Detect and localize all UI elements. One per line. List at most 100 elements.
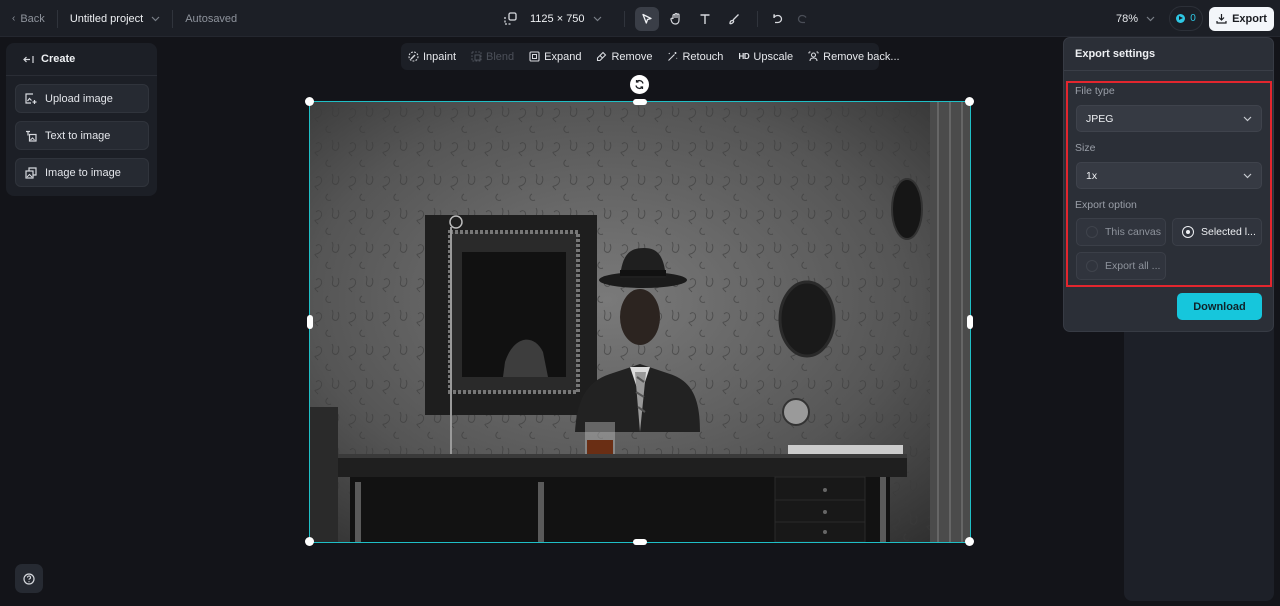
- image-to-image-icon: [25, 166, 37, 179]
- undo-icon: [772, 13, 782, 23]
- resize-handle-top[interactable]: [633, 99, 647, 105]
- zoom-dropdown[interactable]: 78%: [1116, 13, 1155, 25]
- chevron-down-icon: [1146, 16, 1155, 21]
- create-panel: Create Upload image Text to image Image …: [6, 43, 157, 196]
- blend-button[interactable]: Blend: [471, 51, 514, 63]
- rotate-handle[interactable]: [630, 75, 649, 94]
- canvas-image[interactable]: [310, 102, 970, 542]
- size-select[interactable]: 1x: [1076, 162, 1262, 189]
- file-type-value: JPEG: [1086, 112, 1114, 125]
- resize-handle-top-right[interactable]: [965, 97, 974, 106]
- option-label: This canvas: [1105, 226, 1162, 238]
- zoom-level: 78%: [1115, 12, 1138, 25]
- canvas-size-dropdown[interactable]: 1125 × 750: [530, 13, 602, 25]
- text-to-image-label: Text to image: [45, 129, 111, 142]
- inpaint-icon: [408, 51, 419, 62]
- chevron-down-icon: [593, 16, 601, 21]
- resize-handle-top-left[interactable]: [305, 97, 314, 106]
- undo-button[interactable]: [766, 7, 790, 31]
- remove-label: Remove: [611, 50, 653, 63]
- export-settings-popover: Export settings File type JPEG Size 1x E…: [1063, 37, 1274, 332]
- collapse-left-icon: [23, 55, 34, 63]
- resize-canvas-button[interactable]: [498, 7, 522, 31]
- credits-badge[interactable]: 0: [1169, 6, 1203, 31]
- radio-selected-icon: [1182, 226, 1194, 238]
- credits-icon: [1176, 14, 1186, 23]
- remove-background-button[interactable]: Remove back...: [808, 50, 900, 63]
- retouch-label: Retouch: [682, 50, 724, 63]
- remove-background-icon: [808, 51, 819, 62]
- file-type-select[interactable]: JPEG: [1076, 105, 1262, 132]
- image-to-image-label: Image to image: [45, 166, 121, 179]
- inpaint-label: Inpaint: [423, 50, 457, 63]
- option-export-all[interactable]: Export all ...: [1076, 252, 1166, 280]
- save-status: Autosaved: [185, 12, 238, 25]
- chevron-left-icon: ‹: [12, 13, 16, 24]
- blend-label: Blend: [486, 50, 515, 63]
- size-value: 1x: [1086, 169, 1098, 182]
- back-label: Back: [20, 12, 45, 25]
- download-icon: [1216, 14, 1227, 24]
- upload-image-button[interactable]: Upload image: [15, 84, 149, 113]
- upscale-label: Upscale: [753, 50, 794, 63]
- resize-handle-left[interactable]: [307, 315, 313, 329]
- remove-button[interactable]: Remove: [596, 51, 652, 63]
- divider: [172, 9, 174, 28]
- text-to-image-button[interactable]: Text to image: [15, 121, 149, 150]
- brush-tool[interactable]: [722, 7, 746, 31]
- help-icon: [23, 572, 35, 585]
- option-selected-layers[interactable]: Selected l...: [1172, 218, 1262, 246]
- option-label: Export all ...: [1105, 260, 1161, 272]
- chevron-down-icon: [151, 16, 160, 21]
- project-title-dropdown[interactable]: Untitled project: [70, 13, 160, 25]
- export-label: Export: [1232, 12, 1267, 25]
- divider: [756, 10, 758, 27]
- back-button[interactable]: ‹ Back: [12, 13, 45, 25]
- resize-handle-bottom-right[interactable]: [965, 537, 974, 546]
- option-this-canvas[interactable]: This canvas: [1076, 218, 1166, 246]
- radio-icon: [1086, 260, 1098, 272]
- image-edit-toolbar: Inpaint Blend Expand Remove Retouch HD U…: [401, 43, 900, 70]
- resize-handle-bottom[interactable]: [633, 539, 647, 545]
- upscale-button[interactable]: HD Upscale: [738, 51, 793, 63]
- text-icon: [700, 13, 710, 24]
- expand-label: Expand: [544, 50, 582, 63]
- pan-tool[interactable]: [664, 7, 688, 31]
- text-to-image-icon: [26, 130, 37, 142]
- option-label: Selected l...: [1201, 226, 1256, 238]
- photo-illustration: [310, 102, 970, 542]
- pointer-icon: [642, 13, 652, 24]
- upload-image-icon: [25, 92, 37, 104]
- resize-handle-right[interactable]: [967, 315, 973, 329]
- chevron-down-icon: [1243, 173, 1252, 178]
- top-bar: ‹ Back Untitled project Autosaved 1125 ×…: [0, 0, 1280, 37]
- blend-icon: [471, 51, 482, 62]
- project-title: Untitled project: [69, 12, 144, 25]
- eraser-icon: [597, 51, 607, 62]
- export-button[interactable]: Export: [1209, 6, 1274, 31]
- divider: [56, 9, 58, 28]
- expand-button[interactable]: Expand: [529, 51, 581, 63]
- redo-icon: [797, 14, 807, 23]
- resize-handle-bottom-left[interactable]: [305, 537, 314, 546]
- radio-icon: [1086, 226, 1098, 238]
- expand-icon: [529, 51, 540, 62]
- hd-icon: HD: [738, 52, 750, 61]
- help-button[interactable]: [15, 564, 43, 593]
- canvas-dimensions: 1125 × 750: [530, 12, 585, 25]
- credits-count: 0: [1190, 13, 1196, 24]
- create-panel-header[interactable]: Create: [6, 43, 157, 76]
- inpaint-button[interactable]: Inpaint: [408, 51, 456, 63]
- upload-image-label: Upload image: [45, 92, 113, 105]
- select-tool[interactable]: [635, 6, 660, 31]
- image-to-image-button[interactable]: Image to image: [15, 158, 149, 187]
- rotate-icon: [635, 80, 644, 89]
- hand-icon: [670, 12, 680, 25]
- remove-background-label: Remove back...: [823, 50, 900, 63]
- redo-button[interactable]: [790, 7, 814, 31]
- create-title: Create: [41, 53, 76, 65]
- retouch-button[interactable]: Retouch: [667, 51, 723, 63]
- download-button[interactable]: Download: [1177, 293, 1262, 320]
- export-option-label: Export option: [1075, 199, 1137, 211]
- text-tool[interactable]: [693, 7, 717, 31]
